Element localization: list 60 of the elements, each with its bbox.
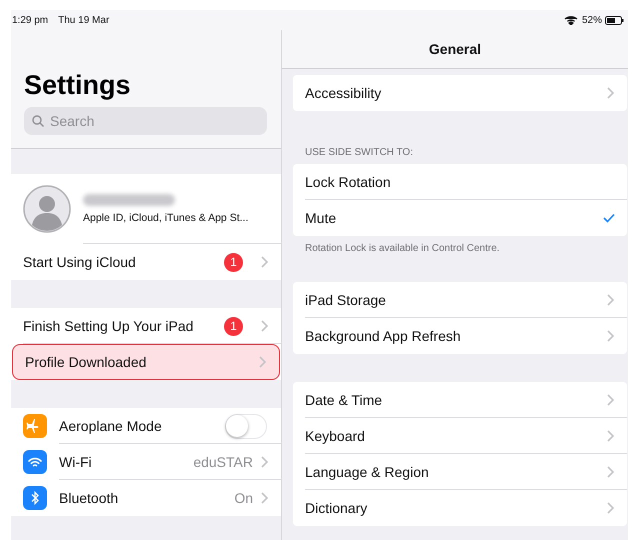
wifi-icon (564, 15, 578, 25)
battery-icon (605, 16, 624, 24)
settings-row[interactable]: Date & Time (293, 382, 627, 418)
chevron-icon (259, 356, 267, 368)
highlighted-row[interactable]: Profile Downloaded (12, 344, 280, 380)
search-icon (32, 115, 44, 127)
chevron-icon (261, 256, 269, 268)
chevron-icon (607, 294, 615, 306)
settings-row[interactable]: Wi-Fi eduSTAR (11, 444, 281, 480)
settings-row[interactable]: Lock Rotation (293, 164, 627, 200)
avatar-icon (23, 185, 71, 233)
settings-row[interactable]: Dictionary (293, 490, 627, 526)
settings-row[interactable]: Language & Region (293, 454, 627, 490)
chevron-icon (607, 502, 615, 514)
settings-row[interactable]: Start Using iCloud 1 (11, 244, 281, 280)
apple-id-row[interactable]: Apple ID, iCloud, iTunes & App St... (11, 174, 281, 244)
chevron-icon (607, 466, 615, 478)
row-label: Lock Rotation (305, 174, 392, 190)
status-time: 1:29 pm (12, 14, 48, 26)
settings-row[interactable]: Background App Refresh (293, 318, 627, 354)
row-value: eduSTAR (193, 454, 253, 470)
row-label: Language & Region (305, 464, 430, 480)
notification-badge: 1 (224, 252, 243, 272)
chevron-icon (261, 320, 269, 332)
chevron-icon (607, 330, 615, 342)
settings-row[interactable]: Aeroplane Mode (11, 408, 281, 444)
settings-row[interactable]: Finish Setting Up Your iPad 1 (11, 308, 281, 344)
row-label: Dictionary (305, 500, 368, 516)
pane-title: General (428, 41, 482, 57)
row-label: Date & Time (305, 392, 384, 408)
settings-row[interactable]: Keyboard (293, 418, 627, 454)
row-label: Start Using iCloud (23, 254, 137, 270)
settings-title: Settings (24, 70, 132, 101)
status-date: Thu 19 Mar (58, 14, 110, 26)
chevron-icon (607, 394, 615, 406)
settings-row[interactable]: Bluetooth On (11, 480, 281, 516)
toggle-switch[interactable] (225, 414, 267, 438)
row-label: Profile Downloaded (25, 354, 148, 370)
account-subtitle: Apple ID, iCloud, iTunes & App St... (83, 212, 248, 224)
row-label: Keyboard (305, 428, 366, 444)
section-header: USE SIDE SWITCH TO: (304, 146, 414, 160)
chevron-icon (607, 430, 615, 442)
chevron-icon (607, 87, 615, 99)
row-label: Aeroplane Mode (59, 418, 163, 434)
section-footer: Rotation Lock is available in Control Centre. (293, 236, 627, 254)
row-label: Finish Setting Up Your iPad (23, 318, 194, 334)
row-label: Accessibility (305, 85, 382, 101)
chevron-icon (261, 456, 269, 468)
row-label: Bluetooth (59, 490, 120, 506)
row-value: On (234, 490, 253, 506)
battery-percent: 52% (582, 14, 602, 26)
row-label: Background App Refresh (305, 328, 462, 344)
row-label: iPad Storage (305, 292, 387, 308)
row-label: Wi-Fi (59, 454, 93, 470)
notification-badge: 1 (224, 316, 243, 336)
settings-row[interactable]: iPad Storage (293, 282, 627, 318)
row-label: Mute (305, 210, 338, 226)
settings-row[interactable]: Mute (293, 200, 627, 236)
settings-row[interactable]: Accessibility (293, 75, 627, 111)
chevron-icon (261, 492, 269, 504)
